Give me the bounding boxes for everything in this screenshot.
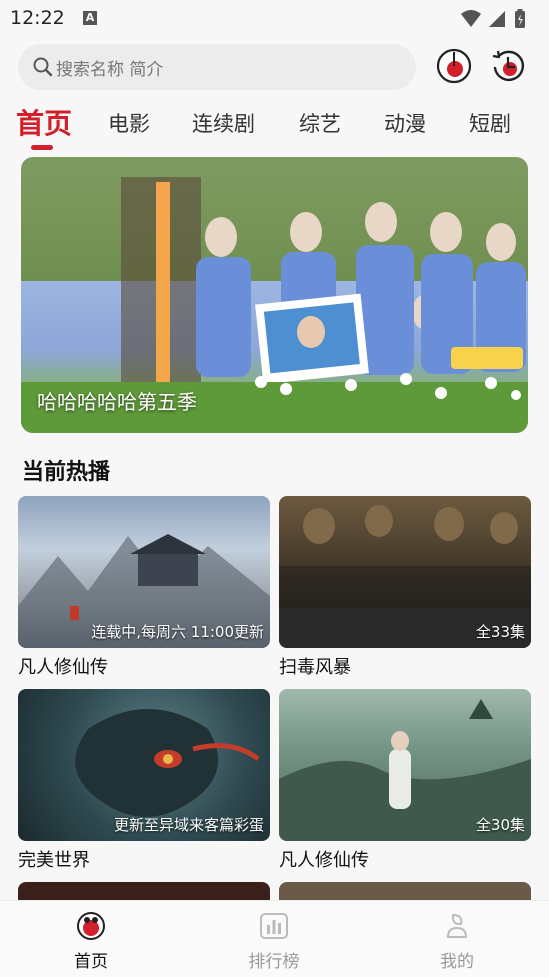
- nav-profile[interactable]: 我的: [412, 911, 502, 972]
- video-thumbnail: 全33集: [279, 496, 531, 648]
- nav-ranking-label: 排行榜: [248, 952, 300, 972]
- video-thumbnail: 连载中,每周六 11:00更新: [18, 496, 270, 648]
- episode-badge: 连载中,每周六 11:00更新: [91, 623, 264, 641]
- status-time: 12:22: [10, 7, 65, 29]
- signal-icon: [489, 11, 505, 27]
- tab-variety[interactable]: 综艺: [299, 108, 341, 138]
- video-card[interactable]: 全33集 扫毒风暴: [279, 496, 531, 679]
- battery-icon: [515, 9, 525, 28]
- video-title: 扫毒风暴: [279, 657, 351, 678]
- category-button[interactable]: [436, 48, 472, 88]
- home-icon: [77, 912, 105, 940]
- video-thumbnail-partial[interactable]: [279, 882, 531, 900]
- section-title: 当前热播: [22, 460, 111, 485]
- category-tabs: 首页 电影 连续剧 综艺 动漫 短剧: [0, 100, 549, 150]
- episode-badge: 全33集: [475, 623, 525, 641]
- nav-ranking[interactable]: 排行榜: [229, 911, 319, 972]
- video-title: 完美世界: [18, 850, 90, 871]
- profile-icon: [446, 913, 468, 938]
- tab-series[interactable]: 连续剧: [192, 108, 255, 138]
- episode-badge: 更新至异域来客篇彩蛋: [113, 816, 264, 834]
- search-placeholder: 搜索名称 简介: [56, 60, 164, 80]
- notification-a-icon: A: [83, 11, 97, 25]
- search-bar[interactable]: 搜索名称 简介: [18, 44, 416, 90]
- video-title: 凡人修仙传: [279, 850, 369, 871]
- active-tab-indicator: [31, 145, 53, 150]
- tab-home[interactable]: 首页: [16, 102, 72, 142]
- history-button[interactable]: [490, 48, 526, 88]
- category-icon: [436, 48, 472, 84]
- tab-anime[interactable]: 动漫: [384, 108, 426, 138]
- video-card[interactable]: 全30集 凡人修仙传: [279, 689, 531, 872]
- nav-home-label: 首页: [74, 952, 108, 972]
- video-thumbnail: 更新至异域来客篇彩蛋: [18, 689, 270, 841]
- banner-title: 哈哈哈哈哈第五季: [37, 390, 197, 414]
- featured-banner[interactable]: 哈哈哈哈哈第五季: [21, 157, 528, 433]
- video-card[interactable]: 连载中,每周六 11:00更新 凡人修仙传: [18, 496, 270, 679]
- nav-profile-label: 我的: [440, 952, 474, 972]
- nav-home[interactable]: 首页: [46, 911, 136, 972]
- wifi-icon: [461, 10, 481, 27]
- ranking-icon: [260, 913, 288, 939]
- bottom-navigation: 首页 排行榜 我的: [0, 900, 549, 977]
- search-icon: [32, 56, 54, 82]
- video-thumbnail-partial[interactable]: [18, 882, 270, 900]
- video-thumbnail: 全30集: [279, 689, 531, 841]
- system-icons: [459, 8, 539, 34]
- video-title: 凡人修仙传: [18, 657, 108, 678]
- tab-short-drama[interactable]: 短剧: [469, 108, 511, 138]
- tab-movies[interactable]: 电影: [108, 108, 150, 138]
- video-card[interactable]: 更新至异域来客篇彩蛋 完美世界: [18, 689, 270, 872]
- episode-badge: 全30集: [475, 816, 525, 834]
- status-bar: 12:22 A: [0, 0, 549, 38]
- history-icon: [492, 50, 525, 81]
